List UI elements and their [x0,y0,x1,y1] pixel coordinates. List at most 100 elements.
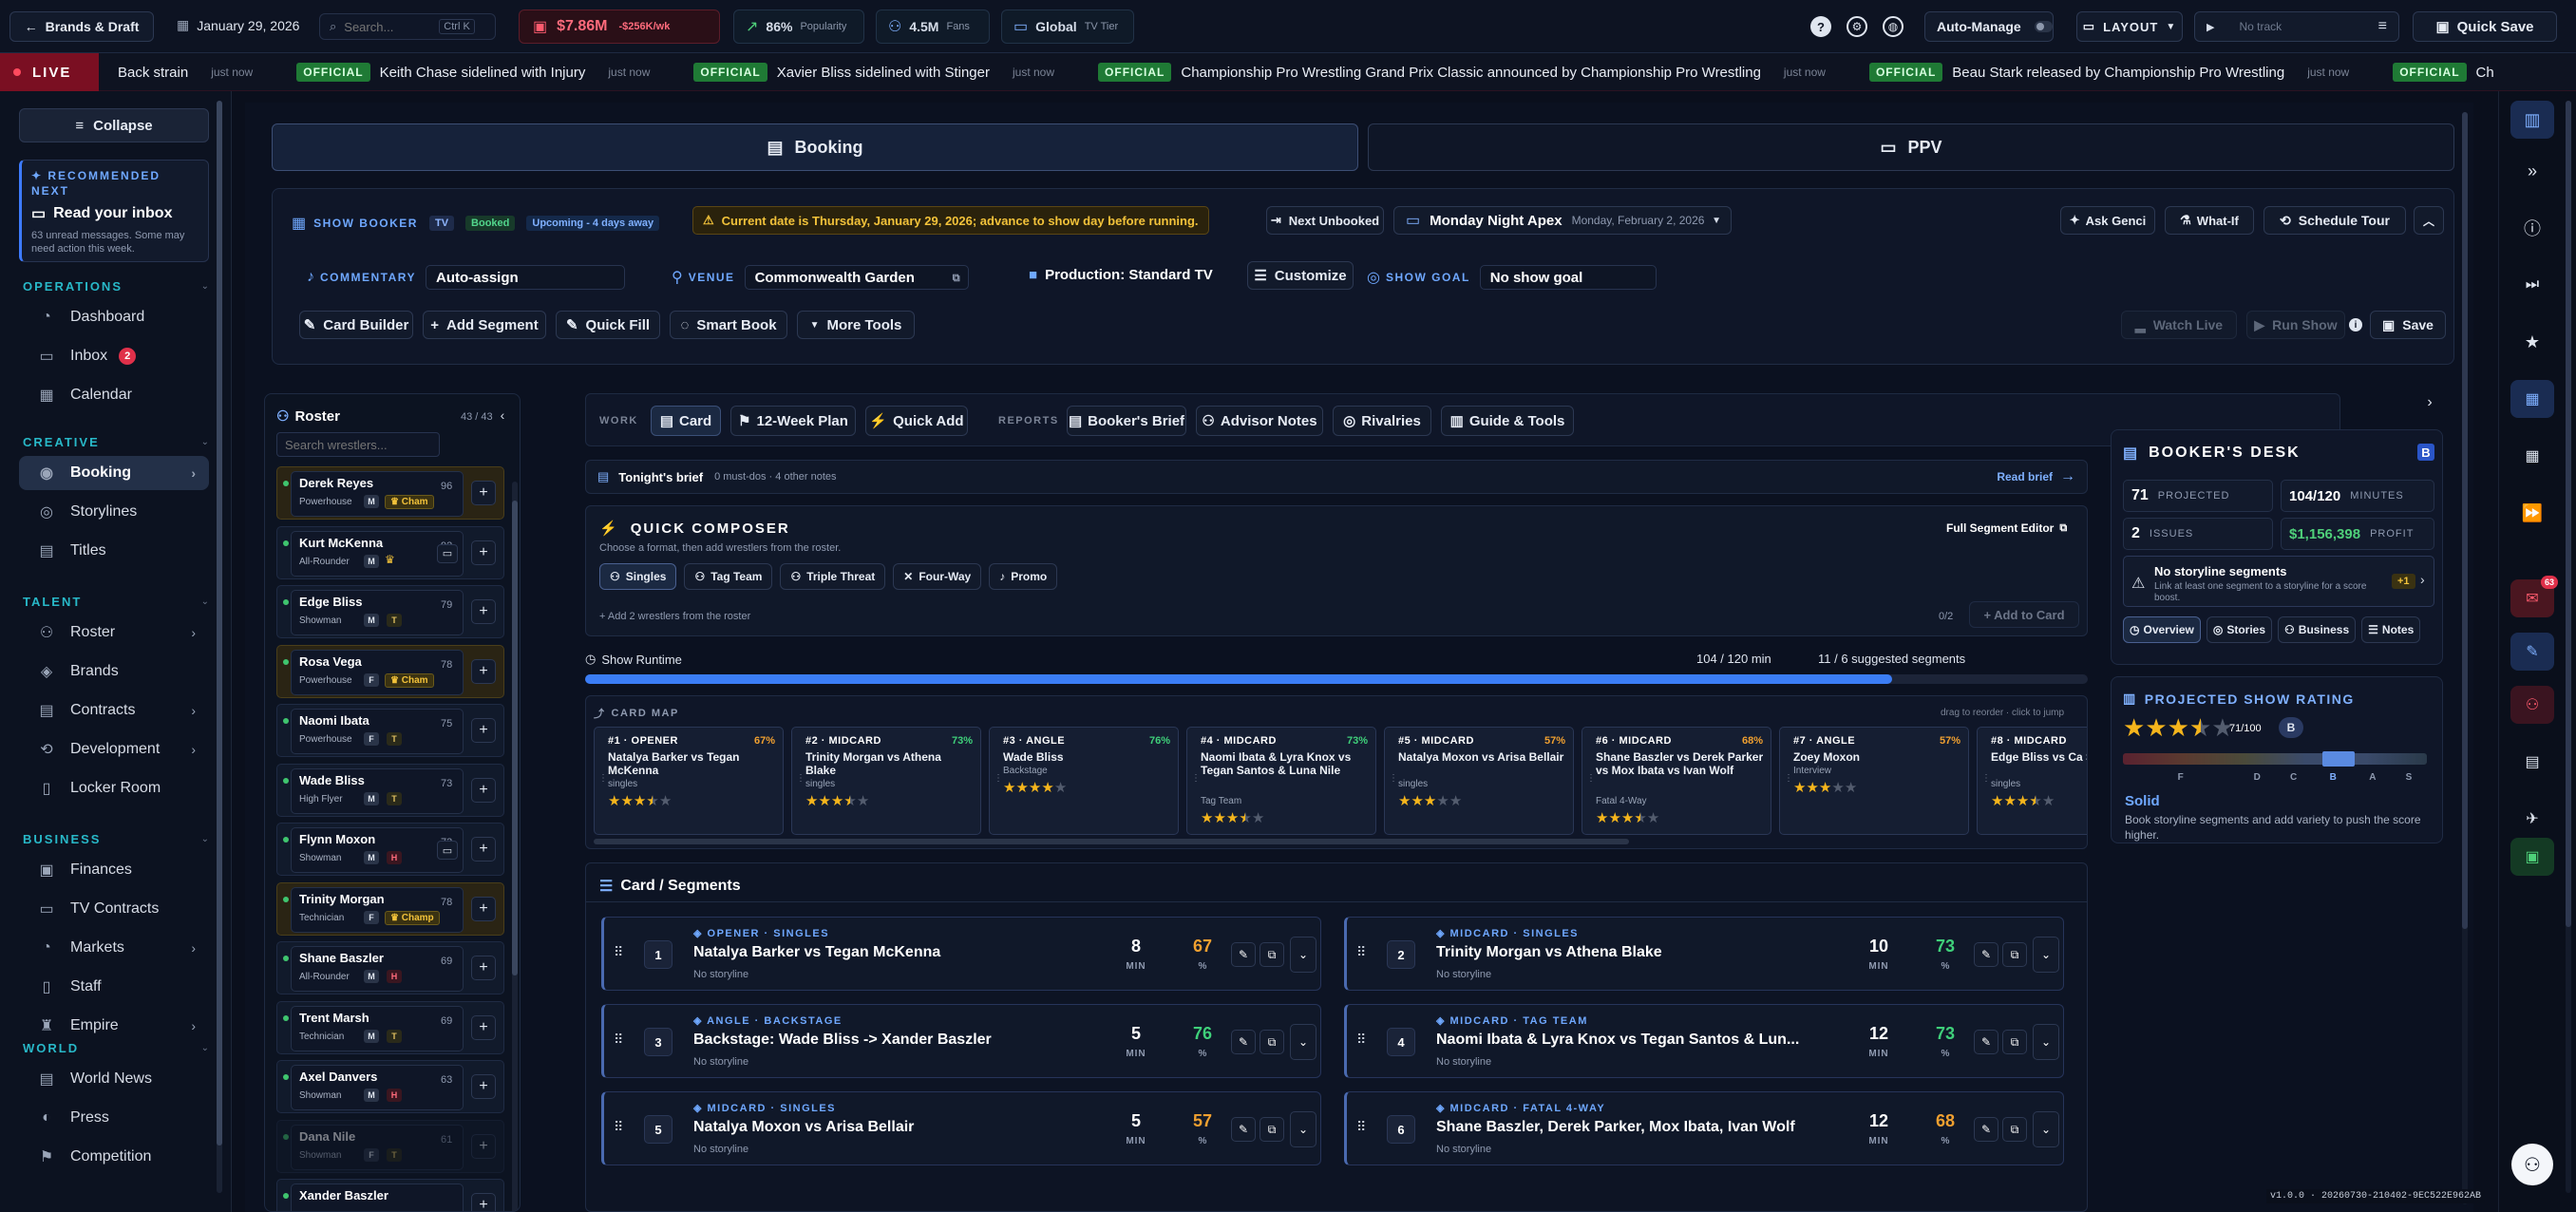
avatar[interactable]: ⚇ [2511,1144,2553,1185]
ticker-item[interactable]: OFFICIAL Ch [2393,53,2494,91]
edit-segment-button[interactable]: ✎ [1231,1030,1256,1054]
tv-icon[interactable]: ▭ [437,841,458,860]
edit-segment-button[interactable]: ✎ [1231,1117,1256,1142]
desk-tab-overview[interactable]: ◷ Overview [2123,616,2201,643]
globe-icon[interactable]: ◍ [1883,16,1904,37]
sidebar-item-booking[interactable]: ◉ Booking › [19,456,209,490]
ticker-item[interactable]: OFFICIAL Beau Stark released by Champions… [1868,53,2393,91]
format-four-way[interactable]: ✕ Four-Way [893,563,982,590]
brands-draft-button[interactable]: ← Brands & Draft [9,11,154,42]
expand-segment-button[interactable]: ⌄ [1290,937,1316,973]
format-triple-threat[interactable]: ⚇ Triple Threat [780,563,886,590]
add-wrestler-button[interactable]: + [471,1074,496,1099]
collapse-header-button[interactable]: ︿ [2414,206,2444,235]
tab-guide-tools[interactable]: ▥ Guide & Tools [1441,406,1574,436]
roster-row[interactable]: Naomi Ibata Powerhouse F T 75 + [276,704,504,757]
nav-section-header[interactable]: WORLD ⌄ [23,1041,209,1055]
search-input[interactable] [344,19,440,34]
roster-scrollbar[interactable] [512,482,518,1211]
quick-fill-button[interactable]: ✎ Quick Fill [556,311,660,339]
show-goal-select[interactable]: No show goal [1479,265,1657,290]
sidebar-item-inbox[interactable]: ▭ Inbox 2 [19,339,209,373]
copy-segment-button[interactable]: ⧉ [1260,1030,1284,1054]
copy-segment-button[interactable]: ⧉ [2002,1117,2027,1142]
segment-row[interactable]: ⠿ 5 ◈ MIDCARD · SINGLES Natalya Moxon vs Ar… [601,1091,1321,1165]
card-map-item[interactable]: ⋮ #2 · MIDCARD 73% Trinity Morgan vs Athena… [791,727,981,835]
segment-row[interactable]: ⠿ 4 ◈ MIDCARD · TAG TEAM Naomi Ibata & Lyra… [1344,1004,2064,1078]
popularity-indicator[interactable]: ↗ 86% Popularity [733,9,864,44]
drag-handle-icon[interactable]: ⠿ [1356,944,1366,960]
format-tag-team[interactable]: ⚇ Tag Team [684,563,773,590]
tab-advisor-notes[interactable]: ⚇ Advisor Notes [1196,406,1323,436]
calendar-icon[interactable]: ▦ [2510,380,2554,418]
nav-section-header[interactable]: TALENT ⌄ [23,595,209,609]
nav-section-header[interactable]: OPERATIONS ⌄ [23,279,209,294]
card-map-item[interactable]: ⋮ #3 · ANGLE 76% Wade Bliss Backstage ★★★★★ [989,727,1179,835]
add-wrestler-button[interactable]: + [471,481,496,505]
expand-icon[interactable]: » [2510,152,2554,190]
add-segment-button[interactable]: + Add Segment [423,311,546,339]
info-circle-icon[interactable]: ⓘ [2510,209,2554,247]
card-map-item[interactable]: ⋮#8 · MIDCARDEdge Bliss vs Ca Strickland… [1977,727,2087,835]
drag-handle-icon[interactable]: ⋮ [1389,773,1398,784]
tab-bookers-brief[interactable]: ▤ Booker's Brief [1067,406,1186,436]
expand-segment-button[interactable]: ⌄ [1290,1111,1316,1147]
card-map-item[interactable]: ⋮ #1 · OPENER 67% Natalya Barker vs Tegan M… [594,727,784,835]
roster-row[interactable]: Shane Baszler All-Rounder M H 69 + [276,941,504,994]
customize-button[interactable]: ☰ Customize [1247,261,1354,290]
card-map-item[interactable]: ⋮ #4 · MIDCARD 73% Naomi Ibata & Lyra Knox … [1186,727,1376,835]
sidebar-item-competition[interactable]: ⚑ Competition [19,1140,209,1174]
copy-segment-button[interactable]: ⧉ [2002,942,2027,967]
edit-segment-button[interactable]: ✎ [1231,942,1256,967]
more-tools-button[interactable]: ▼ More Tools [797,311,915,339]
wrestler-card[interactable]: Xander Baszler [291,1184,464,1211]
tab-quick-add[interactable]: ⚡ Quick Add [865,406,968,436]
main-scrollbar[interactable] [2462,112,2468,1204]
collapse-desk-icon[interactable]: › [2422,394,2437,410]
add-wrestler-button[interactable]: + [471,777,496,803]
game-date[interactable]: ▦ January 29, 2026 [177,17,299,33]
nav-section-header[interactable]: BUSINESS ⌄ [23,832,209,846]
star-icon[interactable]: ★ [2510,323,2554,361]
wrestler-card[interactable]: Trinity Morgan Technician F ♛ Champ [291,886,464,933]
tab-rivalries[interactable]: ◎ Rivalries [1333,406,1431,436]
roster-search-input[interactable] [276,432,440,457]
storyline-warning[interactable]: ⚠ No storyline segments Link at least on… [2123,556,2434,607]
money-indicator[interactable]: ▣ $7.86M -$256K/wk [519,9,720,44]
venue-select[interactable]: Commonwealth Garden ⧉ [744,265,969,290]
sidebar-item-calendar[interactable]: ▦ Calendar [19,378,209,412]
roster-row[interactable]: Axel Danvers Showman M H 63 + [276,1060,504,1113]
rail-scrollbar[interactable] [2566,101,2571,1193]
drag-handle-icon[interactable]: ⋮ [796,773,805,784]
tv-tier-indicator[interactable]: ▭ Global TV Tier [1001,9,1134,44]
recommended-next-card[interactable]: ✦ RECOMMENDED NEXT ▭ Read your inbox 63 u… [19,160,209,262]
skip-forward-icon[interactable]: ⏭ [2510,266,2554,304]
settings-icon[interactable]: ⚙ [1847,16,1867,37]
toggle-switch[interactable] [2034,21,2053,32]
desk-tab-business[interactable]: ⚇ Business [2278,616,2357,643]
add-wrestler-button[interactable]: + [471,956,496,980]
roster-row[interactable]: Kurt McKennaAll-RounderM♛92▭+ [276,525,504,579]
tab-12-week-plan[interactable]: ⚑ 12-Week Plan [730,406,856,436]
drag-handle-icon[interactable]: ⋮ [1981,773,1991,784]
add-wrestler-button[interactable]: + [471,599,496,624]
wrestler-card[interactable]: Axel Danvers Showman M H [291,1065,464,1110]
drag-handle-icon[interactable]: ⋮ [1191,773,1201,784]
add-wrestler-button[interactable]: + [471,1133,496,1159]
music-player[interactable]: ▶ No track ≡ [2194,11,2399,42]
quick-save-button[interactable]: ▣ Quick Save [2413,11,2557,42]
sidebar-item-dashboard[interactable]: ◔ Dashboard [19,300,209,334]
schedule-tour-button[interactable]: ⟲ Schedule Tour [2263,206,2406,235]
sidebar-scrollbar[interactable] [217,101,222,1193]
save-icon[interactable]: ▣ [2510,838,2554,876]
add-wrestler-button[interactable]: + [471,540,496,565]
tab-ppv[interactable]: ▭ PPV [1368,123,2454,171]
segment-row[interactable]: ⠿ 2 ◈ MIDCARD · SINGLES Trinity Morgan vs A… [1344,917,2064,991]
expand-segment-button[interactable]: ⌄ [1290,1024,1316,1060]
panel-icon[interactable]: ▥ [2510,101,2554,139]
edit-segment-button[interactable]: ✎ [1974,1117,1998,1142]
roster-row[interactable]: Trent Marsh Technician M T 69 + [276,1000,504,1054]
fast-forward-icon[interactable]: ⏩ [2510,494,2554,532]
roster-row[interactable]: Derek Reyes Powerhouse M ♛ Cham 96 + [276,466,504,520]
save-button[interactable]: ▣ Save [2370,311,2446,339]
